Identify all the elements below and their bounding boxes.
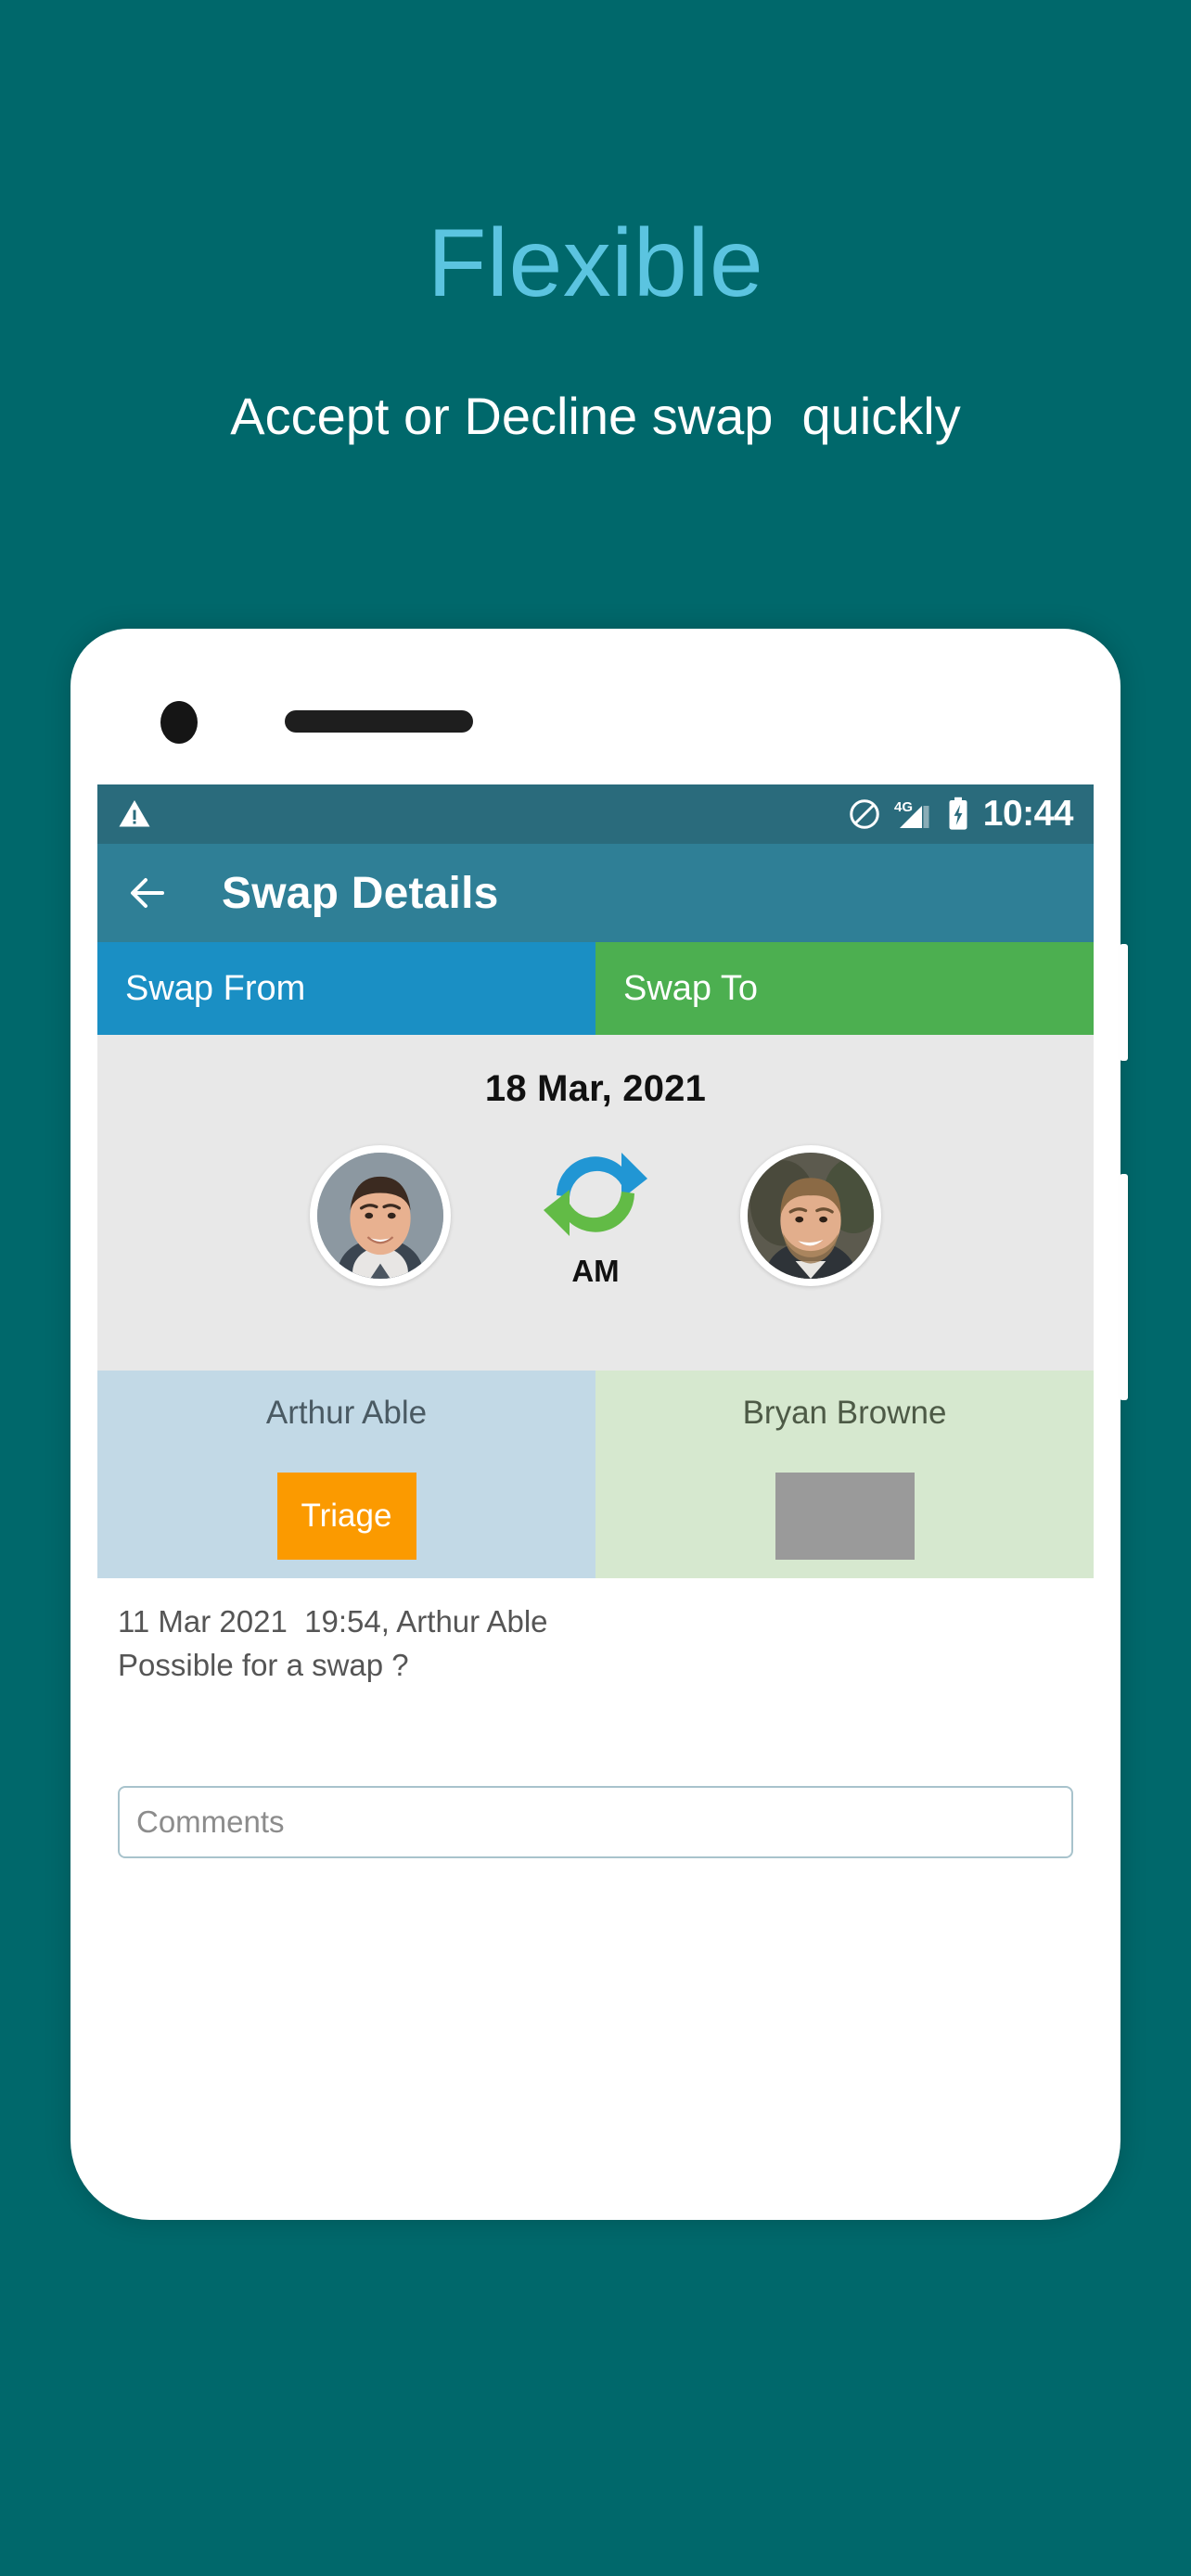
app-bar: Swap Details — [97, 844, 1094, 942]
swap-direction: AM — [540, 1141, 651, 1289]
phone-mockup: 4G 10:44 Swap Details Swap From Swap To … — [70, 629, 1128, 2220]
tab-swap-to[interactable]: Swap To — [596, 942, 1094, 1035]
comment-body: Possible for a swap ? — [118, 1647, 409, 1682]
warning-triangle-icon — [118, 797, 151, 831]
swap-date: 18 Mar, 2021 — [484, 1068, 707, 1109]
person-swap-from: Arthur Able Triage — [97, 1371, 596, 1578]
status-bar-clock: 10:44 — [982, 794, 1074, 834]
comment-meta: 11 Mar 2021 19:54, Arthur Able — [118, 1604, 548, 1639]
svg-text:4G: 4G — [894, 799, 913, 815]
person-swap-from-name: Arthur Able — [265, 1395, 428, 1431]
4g-signal-icon: 4G — [894, 797, 933, 831]
shift-badge-to[interactable] — [775, 1473, 915, 1560]
status-icons: 4G 10:44 — [848, 794, 1074, 835]
person-swap-to: Bryan Browne — [596, 1371, 1094, 1578]
avatar-swap-from — [310, 1144, 451, 1286]
shift-badge-from[interactable]: Triage — [276, 1473, 416, 1560]
back-arrow-icon[interactable] — [125, 871, 170, 915]
comment-thread: 11 Mar 2021 19:54, Arthur Able Possible … — [97, 1578, 1094, 1786]
page-title: Flexible — [427, 210, 764, 317]
do-not-disturb-icon — [848, 797, 881, 831]
swap-period: AM — [571, 1254, 620, 1288]
comment-input[interactable] — [118, 1786, 1073, 1858]
battery-charging-icon — [946, 797, 970, 832]
phone-power-button[interactable] — [1120, 1174, 1128, 1400]
swap-avatars-row: AM — [97, 1141, 1094, 1289]
swap-summary-panel: 18 Mar, 2021 AM — [97, 1035, 1094, 1371]
status-bar: 4G 10:44 — [97, 784, 1094, 844]
comment-input-wrap: ACCEPT DECLINE — [97, 1786, 1094, 1867]
swap-tabs: Swap From Swap To — [97, 942, 1094, 1035]
app-bar-title: Swap Details — [222, 868, 499, 918]
swap-arrows-icon — [540, 1153, 651, 1247]
earpiece-speaker — [285, 710, 473, 733]
phone-screen: 4G 10:44 Swap Details Swap From Swap To … — [97, 784, 1094, 1867]
tab-swap-from-label: Swap From — [125, 968, 306, 1008]
front-camera-icon — [160, 701, 198, 744]
phone-volume-button[interactable] — [1120, 944, 1128, 1061]
shift-badge-from-label: Triage — [301, 1498, 392, 1534]
person-swap-to-name: Bryan Browne — [742, 1395, 947, 1431]
swap-people-row: Arthur Able Triage Bryan Browne — [97, 1371, 1094, 1578]
avatar-swap-to — [740, 1144, 881, 1286]
tab-swap-to-label: Swap To — [623, 968, 759, 1008]
page-subtitle: Accept or Decline swap quickly — [230, 387, 961, 445]
tab-swap-from[interactable]: Swap From — [97, 942, 596, 1035]
